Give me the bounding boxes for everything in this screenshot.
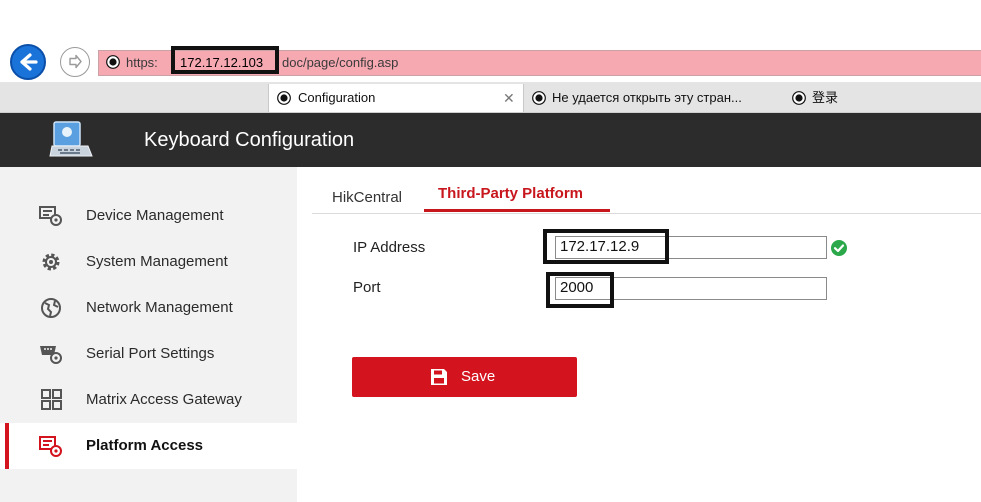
tab-third-party-platform[interactable]: Third-Party Platform xyxy=(438,180,583,208)
sidebar-item-serial-port-settings[interactable]: Serial Port Settings xyxy=(0,331,297,377)
url-scheme: https: xyxy=(126,55,158,70)
arrow-right-icon xyxy=(69,54,82,69)
url-path: doc/page/config.asp xyxy=(282,55,399,70)
keyboard-app-icon xyxy=(49,121,93,157)
sidebar-item-label: Platform Access xyxy=(86,437,203,454)
browser-tab-configuration[interactable]: Configuration ✕ xyxy=(268,84,524,112)
sidebar-item-matrix-access-gateway[interactable]: Matrix Access Gateway xyxy=(0,377,297,423)
sidebar-item-system-management[interactable]: System Management xyxy=(0,239,297,285)
ip-highlight-box xyxy=(543,229,669,264)
active-indicator xyxy=(5,423,9,469)
page-icon xyxy=(106,55,120,69)
sidebar-item-label: System Management xyxy=(86,253,228,270)
sidebar-item-label: Serial Port Settings xyxy=(86,345,215,362)
browser-tab-label: Не удается открыть эту стран... xyxy=(552,90,742,105)
check-valid-icon xyxy=(831,240,847,256)
floppy-disk-icon xyxy=(431,369,447,385)
page-icon xyxy=(277,91,291,105)
back-button[interactable] xyxy=(10,44,46,80)
port-highlight-box xyxy=(546,272,614,308)
gear-icon xyxy=(42,253,60,271)
tabs-divider xyxy=(312,213,981,214)
save-label: Save xyxy=(461,368,496,385)
platform-access-icon xyxy=(39,436,62,457)
sidebar-item-label: Device Management xyxy=(86,207,224,224)
url-host: 172.17.12.103 xyxy=(180,55,264,70)
active-tab-underline xyxy=(424,209,610,212)
forward-button[interactable] xyxy=(60,47,90,77)
sidebar-item-label: Network Management xyxy=(86,299,233,316)
device-management-icon xyxy=(39,206,62,226)
save-button[interactable]: Save xyxy=(352,357,577,397)
app-title: Keyboard Configuration xyxy=(144,129,355,151)
browser-tab-label: 登录 xyxy=(812,90,839,105)
globe-icon xyxy=(41,298,61,318)
sidebar-item-device-management[interactable]: Device Management xyxy=(0,193,297,239)
grid-icon xyxy=(41,389,62,410)
page-icon xyxy=(792,91,806,105)
arrow-left-icon xyxy=(20,53,38,71)
tab-hikcentral[interactable]: HikCentral xyxy=(332,184,402,212)
browser-tab-login[interactable]: 登录 xyxy=(786,84,906,112)
sidebar-item-network-management[interactable]: Network Management xyxy=(0,285,297,331)
page-icon xyxy=(532,91,546,105)
sidebar-item-label: Matrix Access Gateway xyxy=(86,391,242,408)
browser-tab-error[interactable]: Не удается открыть эту стран... xyxy=(526,84,784,112)
port-label: Port xyxy=(353,279,381,296)
sidebar-item-platform-access[interactable]: Platform Access xyxy=(0,423,297,469)
browser-tab-label: Configuration xyxy=(298,90,376,105)
ip-address-label: IP Address xyxy=(353,239,426,256)
close-icon[interactable]: ✕ xyxy=(503,84,515,112)
serial-port-icon xyxy=(40,346,62,364)
